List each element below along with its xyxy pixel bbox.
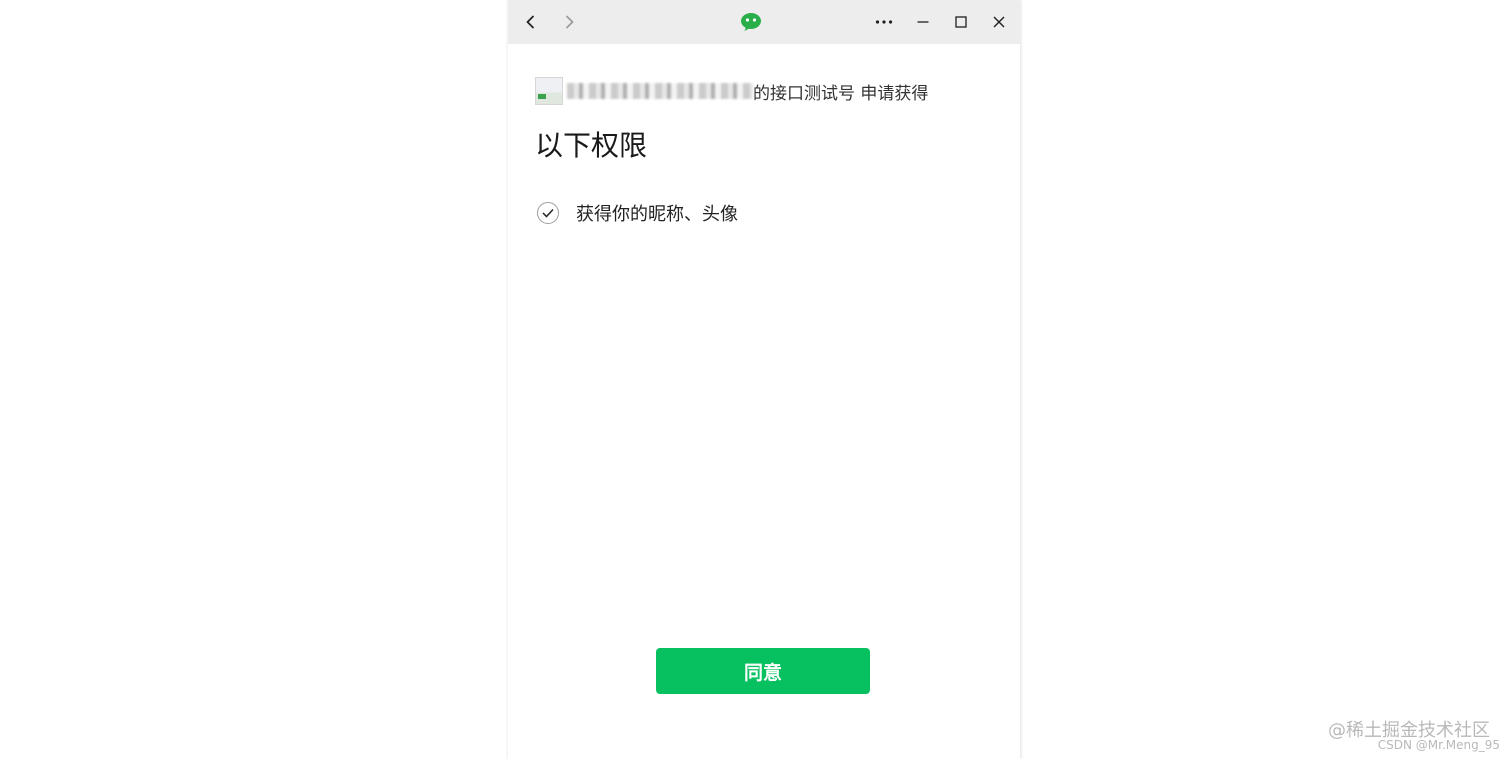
title-bar (508, 0, 1020, 44)
forward-arrow-icon (561, 14, 577, 30)
check-circle-icon (537, 202, 559, 224)
minimize-icon (917, 16, 929, 28)
auth-content: 的接口测试号 申请获得 以下权限 获得你的昵称、头像 同意 (508, 44, 1020, 759)
maximize-icon (955, 16, 967, 28)
wechat-logo-icon (740, 12, 762, 32)
app-request-text: 的接口测试号 申请获得 (753, 83, 929, 104)
back-button[interactable] (515, 6, 547, 38)
more-icon (875, 19, 893, 25)
back-arrow-icon (523, 14, 539, 30)
minimize-button[interactable] (907, 6, 939, 38)
permission-item: 获得你的昵称、头像 (537, 200, 738, 226)
agree-button[interactable]: 同意 (656, 648, 870, 694)
app-avatar (535, 77, 563, 105)
wechat-logo (735, 6, 767, 38)
blurred-app-name (567, 83, 753, 99)
watermark-csdn: CSDN @Mr.Meng_95 (1377, 738, 1500, 752)
close-icon (993, 16, 1005, 28)
app-request-line: 的接口测试号 申请获得 (535, 77, 928, 105)
permission-label: 获得你的昵称、头像 (576, 204, 738, 225)
permission-title: 以下权限 (535, 129, 648, 162)
more-button[interactable] (868, 6, 900, 38)
close-button[interactable] (983, 6, 1015, 38)
maximize-button[interactable] (945, 6, 977, 38)
wechat-auth-window: 的接口测试号 申请获得 以下权限 获得你的昵称、头像 同意 (508, 0, 1020, 759)
forward-button[interactable] (553, 6, 585, 38)
